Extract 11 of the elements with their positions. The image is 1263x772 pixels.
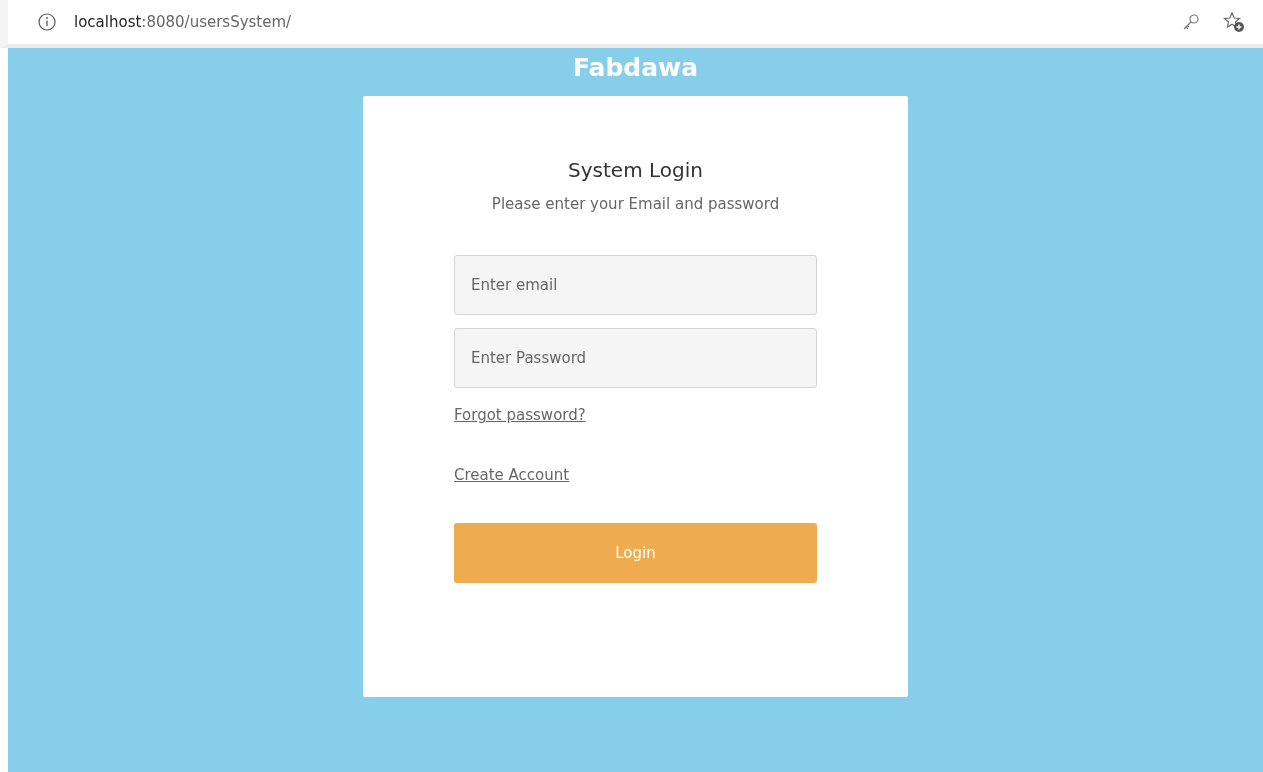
password-field[interactable]: Enter Password [454, 328, 817, 388]
login-title: System Login [568, 157, 703, 184]
forgot-password-link[interactable]: Forgot password? [454, 405, 586, 425]
create-account-link[interactable]: Create Account [454, 465, 570, 485]
email-field[interactable]: Enter email [454, 255, 817, 315]
add-favorite-icon[interactable] [1223, 11, 1245, 33]
login-subtitle: Please enter your Email and password [491, 194, 780, 214]
address-bar-url[interactable]: localhost:8080/usersSystem/ [74, 13, 1159, 31]
brand-title: Fabdawa [572, 52, 699, 84]
info-icon[interactable] [38, 13, 56, 31]
key-icon[interactable] [1181, 12, 1201, 32]
